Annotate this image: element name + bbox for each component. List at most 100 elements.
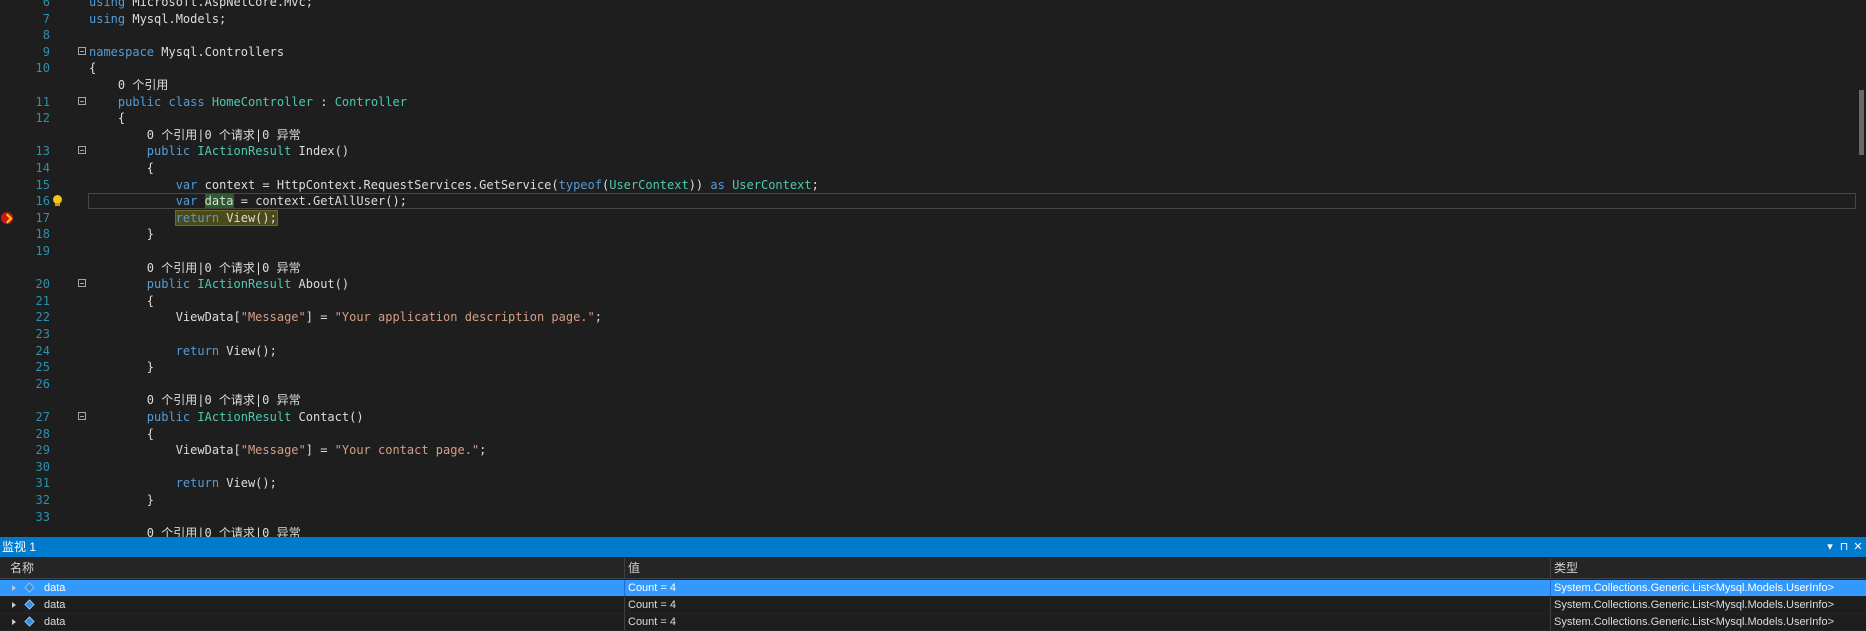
line-number: 30 (35, 460, 50, 474)
close-icon[interactable]: ✕ (1850, 537, 1866, 557)
cell-divider (624, 614, 625, 630)
code-line[interactable]: 28 { (0, 426, 1856, 442)
watch-name-cell[interactable]: data (44, 614, 624, 630)
cell-divider (624, 597, 625, 613)
code-text: using Microsoft.AspNetCore.Mvc; (89, 0, 313, 9)
line-number: 33 (35, 510, 50, 524)
watch-row[interactable]: data Count = 4 System.Collections.Generic.… (0, 614, 1866, 630)
collapse-icon[interactable] (78, 412, 86, 420)
cell-divider (1550, 614, 1551, 630)
expand-arrow-icon[interactable] (12, 619, 16, 625)
collapse-icon[interactable] (78, 47, 86, 55)
collapse-icon[interactable] (78, 279, 86, 287)
code-line[interactable]: 13 public IActionResult Index() (0, 143, 1856, 159)
code-line[interactable]: 12 { (0, 110, 1856, 126)
code-line[interactable]: 22 ViewData["Message"] = "Your applicati… (0, 309, 1856, 325)
line-number: 20 (35, 277, 50, 291)
watch-panel-title: 监视 1 (2, 540, 37, 554)
line-number: 11 (35, 95, 50, 109)
column-header-type[interactable]: 类型 (1554, 558, 1578, 578)
code-text: return View(); (175, 476, 277, 490)
column-header-name[interactable]: 名称 (10, 558, 34, 578)
watch-name-cell[interactable]: data (44, 580, 624, 596)
collapse-icon[interactable] (78, 97, 86, 105)
code-line[interactable]: 14 { (0, 160, 1856, 176)
watch-column-header: 名称 值 类型 (0, 558, 1866, 579)
column-divider[interactable] (1550, 558, 1551, 578)
code-line[interactable]: 15 var context = HttpContext.RequestServ… (0, 177, 1856, 193)
codelens-text: 0 个引用|0 个请求|0 异常 (89, 261, 301, 275)
code-line[interactable]: 17 return View(); (0, 210, 1856, 226)
code-text: ViewData["Message"] = "Your contact page… (89, 443, 487, 457)
code-line[interactable]: 26 (0, 376, 1856, 392)
lightbulb-icon[interactable] (52, 195, 62, 207)
codelens-text: 0 个引用|0 个请求|0 异常 (89, 128, 301, 142)
code-line[interactable]: 29 ViewData["Message"] = "Your contact p… (0, 442, 1856, 458)
watch-type-cell: System.Collections.Generic.List<Mysql.Mo… (1554, 582, 1834, 594)
code-line[interactable]: 7 using Mysql.Models; (0, 11, 1856, 27)
code-line[interactable]: 24 return View(); (0, 343, 1856, 359)
expand-arrow-icon[interactable] (12, 602, 16, 608)
line-number: 6 (42, 0, 50, 9)
watch-row[interactable]: data Count = 4 System.Collections.Generic.… (0, 580, 1866, 596)
line-number: 17 (35, 211, 50, 225)
code-line[interactable]: 30 (0, 459, 1856, 475)
code-line[interactable]: 6 using Microsoft.AspNetCore.Mvc; (0, 0, 1856, 10)
collapse-icon[interactable] (78, 146, 86, 154)
code-line[interactable]: 23 (0, 326, 1856, 342)
code-line[interactable]: 19 (0, 243, 1856, 259)
code-line[interactable]: 9 namespace Mysql.Controllers (0, 44, 1856, 60)
line-number: 23 (35, 327, 50, 341)
column-divider[interactable] (624, 558, 625, 578)
line-number: 18 (35, 227, 50, 241)
codelens-text: 0 个引用 (89, 78, 169, 92)
codelens-info[interactable]: 0 个引用 (0, 77, 1856, 93)
code-text: { (89, 61, 97, 75)
code-text: } (89, 493, 155, 507)
code-text: } (89, 360, 155, 374)
watch-value-cell[interactable]: Count = 4 (628, 614, 1548, 630)
watch-value-cell[interactable]: Count = 4 (628, 597, 1548, 613)
codelens-info[interactable]: 0 个引用|0 个请求|0 异常 (0, 392, 1856, 408)
line-number: 15 (35, 178, 50, 192)
line-number: 29 (35, 443, 50, 457)
code-line[interactable]: 16 var data = context.GetAllUser(); (0, 193, 1856, 209)
code-text: { (89, 111, 126, 125)
column-header-value[interactable]: 值 (628, 558, 640, 578)
codelens-info[interactable]: 0 个引用|0 个请求|0 异常 (0, 260, 1856, 276)
code-text: var data = context.GetAllUser(); (175, 194, 407, 208)
code-line[interactable]: 27 public IActionResult Contact() (0, 409, 1856, 425)
line-number: 25 (35, 360, 50, 374)
code-line[interactable]: 8 (0, 27, 1856, 43)
execution-pointer-icon[interactable] (1, 212, 13, 224)
watch-value-cell[interactable]: Count = 4 (628, 580, 1548, 596)
code-line[interactable]: 11 public class HomeController : Control… (0, 94, 1856, 110)
code-line[interactable]: 31 return View(); (0, 475, 1856, 491)
code-line[interactable]: 10 { (0, 60, 1856, 76)
code-text: public IActionResult Contact() (146, 410, 364, 424)
codelens-text: 0 个引用|0 个请求|0 异常 (89, 526, 301, 537)
code-line[interactable]: 32 } (0, 492, 1856, 508)
line-number: 19 (35, 244, 50, 258)
watch-row[interactable]: data Count = 4 System.Collections.Generic.… (0, 597, 1866, 613)
line-number: 31 (35, 476, 50, 490)
editor-scroll-thumb[interactable] (1859, 90, 1864, 155)
code-line[interactable]: 25 } (0, 359, 1856, 375)
code-text: { (89, 427, 155, 441)
code-line[interactable]: 20 public IActionResult About() (0, 276, 1856, 292)
code-line[interactable]: 18 } (0, 226, 1856, 242)
editor-vertical-scrollbar[interactable] (1856, 0, 1866, 537)
expand-arrow-icon[interactable] (12, 585, 16, 591)
codelens-info[interactable]: 0 个引用|0 个请求|0 异常 (0, 525, 1856, 537)
cell-divider (624, 580, 625, 596)
line-number: 13 (35, 144, 50, 158)
codelens-info[interactable]: 0 个引用|0 个请求|0 异常 (0, 127, 1856, 143)
code-line[interactable]: 33 (0, 509, 1856, 525)
code-text: var context = HttpContext.RequestService… (175, 178, 819, 192)
line-number: 14 (35, 161, 50, 175)
line-number: 9 (42, 45, 50, 59)
watch-name-cell[interactable]: data (44, 597, 624, 613)
code-line[interactable]: 21 { (0, 293, 1856, 309)
code-editor[interactable]: 6 using Microsoft.AspNetCore.Mvc; 7 using M… (0, 0, 1866, 537)
line-number: 24 (35, 344, 50, 358)
